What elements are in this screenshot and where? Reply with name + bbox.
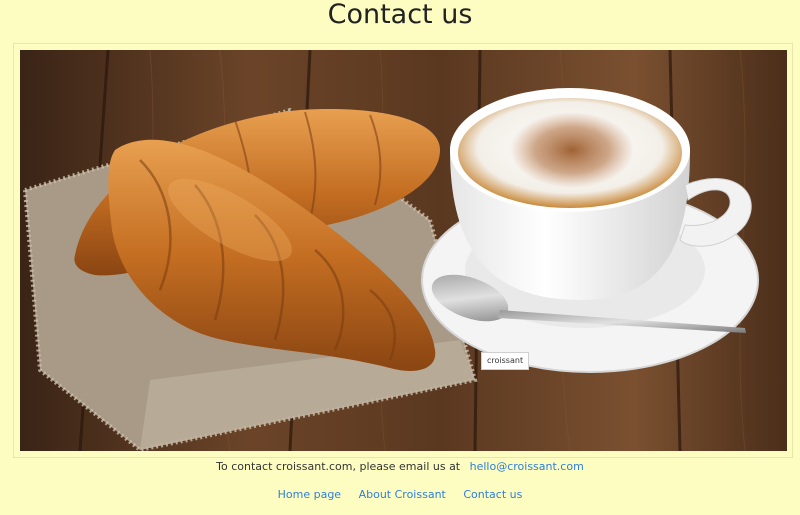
contact-text: To contact croissant.com, please email u… <box>216 460 461 473</box>
nav-about-link[interactable]: About Croissant <box>359 488 446 501</box>
page-title: Contact us <box>327 0 473 30</box>
footer-nav: Home page About Croissant Contact us <box>0 487 800 503</box>
page: Contact us croissant To contact croissan… <box>0 0 800 515</box>
contact-line: To contact croissant.com, please email u… <box>0 459 800 475</box>
email-link[interactable]: hello@croissant.com <box>470 460 584 473</box>
image-tooltip: croissant <box>481 352 530 370</box>
nav-home-link[interactable]: Home page <box>278 488 341 501</box>
croissant-coffee-photo <box>20 50 787 451</box>
nav-contact-link[interactable]: Contact us <box>463 488 522 501</box>
